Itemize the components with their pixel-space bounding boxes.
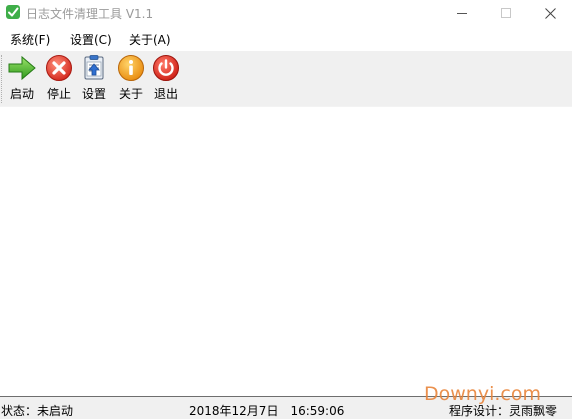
menu-system[interactable]: 系统(F) <box>10 31 50 48</box>
info-icon <box>118 55 144 81</box>
toolbar: 启动 停止 设置 关于 退出 <box>0 51 572 107</box>
log-content-area[interactable] <box>0 107 572 395</box>
close-icon <box>544 7 556 19</box>
maximize-button[interactable] <box>484 0 528 26</box>
start-label: 启动 <box>9 87 34 101</box>
check-leaf-icon <box>6 5 20 19</box>
exit-label: 退出 <box>153 87 178 101</box>
title-bar[interactable]: 日志文件清理工具 V1.1 <box>0 0 572 26</box>
status-datetime: 2018年12月7日 16:59:06 <box>189 404 345 418</box>
about-label: 关于 <box>118 87 143 101</box>
minimize-icon <box>457 13 467 14</box>
menu-bar: 系统(F) 设置(C) 关于(A) <box>0 28 572 50</box>
stop-button[interactable]: 停止 <box>44 51 74 107</box>
settings-button[interactable]: 设置 <box>79 51 109 107</box>
window-title: 日志文件清理工具 V1.1 <box>26 7 154 21</box>
about-button[interactable]: 关于 <box>116 51 146 107</box>
menu-settings[interactable]: 设置(C) <box>70 31 112 48</box>
red-x-icon <box>46 55 72 81</box>
exit-button[interactable]: 退出 <box>151 51 181 107</box>
power-icon <box>153 55 179 81</box>
watermark: Downyi.com <box>424 383 541 405</box>
stop-label: 停止 <box>46 87 71 101</box>
close-button[interactable] <box>528 0 572 26</box>
start-button[interactable]: 启动 <box>6 51 38 107</box>
clipboard-settings-icon <box>84 55 104 80</box>
status-text: 状态：未启动 <box>1 404 74 418</box>
toolbar-grip[interactable] <box>1 55 3 103</box>
minimize-button[interactable] <box>440 0 484 26</box>
green-arrow-right-icon <box>8 55 36 81</box>
menu-about[interactable]: 关于(A) <box>129 31 171 48</box>
maximize-icon <box>501 8 511 18</box>
settings-label: 设置 <box>81 87 106 101</box>
